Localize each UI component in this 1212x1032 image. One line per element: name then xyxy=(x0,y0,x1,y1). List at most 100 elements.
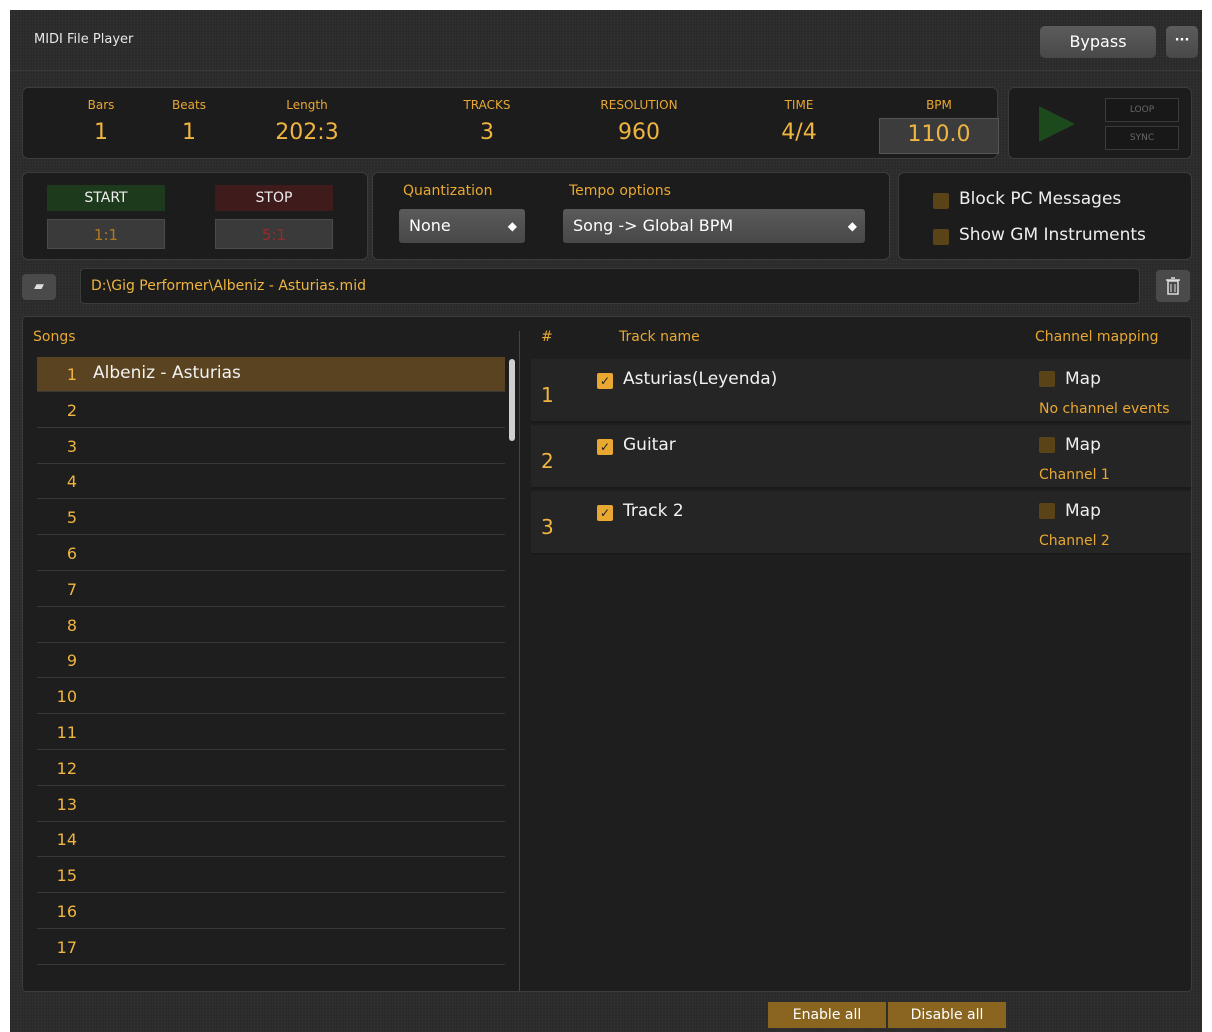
song-row[interactable]: 10 xyxy=(37,679,505,715)
block-pc-checkbox[interactable] xyxy=(933,193,949,209)
song-number: 5 xyxy=(66,508,77,528)
song-number: 17 xyxy=(56,937,77,957)
quantization-tempo-panel: Quantization None ◆ Tempo options Song -… xyxy=(372,172,890,260)
trash-icon xyxy=(1166,277,1180,295)
enable-all-button[interactable]: Enable all xyxy=(768,1002,886,1028)
select-arrows-icon: ◆ xyxy=(847,219,857,233)
disable-all-button[interactable]: Disable all xyxy=(888,1002,1006,1028)
beats-stat: Beats 1 xyxy=(169,98,209,145)
track-number: 2 xyxy=(541,449,554,473)
tracks-stat: TRACKS 3 xyxy=(441,98,533,145)
channel-info: No channel events xyxy=(1039,401,1170,417)
song-row[interactable]: 6 xyxy=(37,536,505,571)
track-number-header: # xyxy=(541,329,553,345)
file-path-field[interactable]: D:\Gig Performer\Albeniz - Asturias.mid xyxy=(80,268,1140,304)
tracks-label: TRACKS xyxy=(463,98,511,112)
song-row[interactable]: 8 xyxy=(37,608,505,643)
time-stat: TIME 4/4 xyxy=(759,98,839,145)
song-number: 7 xyxy=(66,579,77,599)
length-label: Length xyxy=(286,98,328,112)
start-stop-panel: START 1:1 STOP 5:1 xyxy=(22,172,368,260)
loop-button[interactable]: LOOP xyxy=(1105,98,1179,122)
length-value: 202:3 xyxy=(275,120,339,145)
song-row[interactable]: 9 xyxy=(37,643,505,679)
song-row[interactable]: 3 xyxy=(37,429,505,464)
song-number: 3 xyxy=(66,436,77,456)
song-row[interactable]: 17 xyxy=(37,930,505,965)
song-number: 11 xyxy=(56,723,77,742)
start-value-field[interactable]: 1:1 xyxy=(47,219,165,249)
delete-button[interactable] xyxy=(1156,270,1190,302)
song-number: 2 xyxy=(66,400,77,420)
map-checkbox[interactable] xyxy=(1039,503,1055,519)
bpm-label: BPM xyxy=(926,98,952,112)
stop-value-field[interactable]: 5:1 xyxy=(215,219,333,249)
song-number: 13 xyxy=(56,794,77,814)
resolution-value: 960 xyxy=(618,120,660,145)
beats-value: 1 xyxy=(182,120,196,145)
song-row[interactable]: 1 Albeniz - Asturias xyxy=(37,357,505,392)
bpm-value[interactable]: 110.0 xyxy=(879,122,999,147)
block-pc-label: Block PC Messages xyxy=(959,189,1122,209)
song-row[interactable]: 13 xyxy=(37,787,505,822)
channel-info: Channel 2 xyxy=(1039,533,1110,549)
track-enabled-checkbox[interactable]: ✓ xyxy=(597,373,613,389)
song-number: 14 xyxy=(56,830,77,850)
tempo-options-select-value: Song -> Global BPM xyxy=(573,216,734,235)
track-row: 2 ✓ Guitar Map Channel 1 xyxy=(531,425,1191,489)
map-label: Map xyxy=(1065,369,1101,389)
resolution-label: RESOLUTION xyxy=(600,98,678,112)
song-row[interactable]: 14 xyxy=(37,822,505,858)
quantization-select[interactable]: None ◆ xyxy=(399,209,525,243)
time-label: TIME xyxy=(784,98,814,112)
beats-label: Beats xyxy=(172,98,206,112)
tempo-options-label: Tempo options xyxy=(569,183,671,199)
song-row[interactable]: 12 xyxy=(37,751,505,786)
folder-icon: ▰ xyxy=(34,279,44,294)
transport-panel: LOOP SYNC xyxy=(1008,87,1192,159)
track-enabled-checkbox[interactable]: ✓ xyxy=(597,439,613,455)
song-number: 8 xyxy=(66,615,77,635)
map-checkbox[interactable] xyxy=(1039,437,1055,453)
more-options-button[interactable]: ··· xyxy=(1166,26,1198,58)
song-list-scrollbar[interactable] xyxy=(509,359,515,441)
tempo-options-select[interactable]: Song -> Global BPM ◆ xyxy=(563,209,865,243)
resolution-stat: RESOLUTION 960 xyxy=(579,98,699,145)
song-row[interactable]: 4 xyxy=(37,464,505,500)
map-label: Map xyxy=(1065,435,1101,455)
bars-stat: Bars 1 xyxy=(81,98,121,145)
bypass-button[interactable]: Bypass xyxy=(1040,26,1156,58)
map-checkbox[interactable] xyxy=(1039,371,1055,387)
sync-button[interactable]: SYNC xyxy=(1105,126,1179,150)
track-number: 1 xyxy=(541,383,554,407)
select-arrows-icon: ◆ xyxy=(507,219,517,233)
song-number: 1 xyxy=(66,365,77,384)
show-gm-checkbox[interactable] xyxy=(933,229,949,245)
play-icon[interactable] xyxy=(1039,106,1075,142)
song-number: 6 xyxy=(66,544,77,563)
track-number: 3 xyxy=(541,515,554,539)
track-name: Track 2 xyxy=(623,501,684,521)
show-gm-label: Show GM Instruments xyxy=(959,225,1146,245)
tracks-value: 3 xyxy=(480,120,494,145)
song-row[interactable]: 7 xyxy=(37,572,505,607)
track-enabled-checkbox[interactable]: ✓ xyxy=(597,505,613,521)
quantization-label: Quantization xyxy=(403,183,493,199)
song-number: 4 xyxy=(66,472,77,492)
song-row[interactable]: 16 xyxy=(37,894,505,929)
channel-info: Channel 1 xyxy=(1039,467,1110,483)
stop-label: STOP xyxy=(215,185,333,211)
songs-header: Songs xyxy=(33,329,76,345)
song-info-panel: Bars 1 Beats 1 Length 202:3 TRACKS 3 RES… xyxy=(22,87,999,159)
song-number: 9 xyxy=(66,651,77,671)
map-label: Map xyxy=(1065,501,1101,521)
plugin-title: MIDI File Player xyxy=(34,32,134,47)
open-folder-button[interactable]: ▰ xyxy=(22,274,56,300)
song-row[interactable]: 5 xyxy=(37,500,505,536)
track-name: Guitar xyxy=(623,435,676,455)
song-row[interactable]: 15 xyxy=(37,858,505,894)
time-value: 4/4 xyxy=(781,120,817,145)
file-path-text: D:\Gig Performer\Albeniz - Asturias.mid xyxy=(91,278,366,294)
song-row[interactable]: 11 xyxy=(37,715,505,750)
song-row[interactable]: 2 xyxy=(37,393,505,428)
